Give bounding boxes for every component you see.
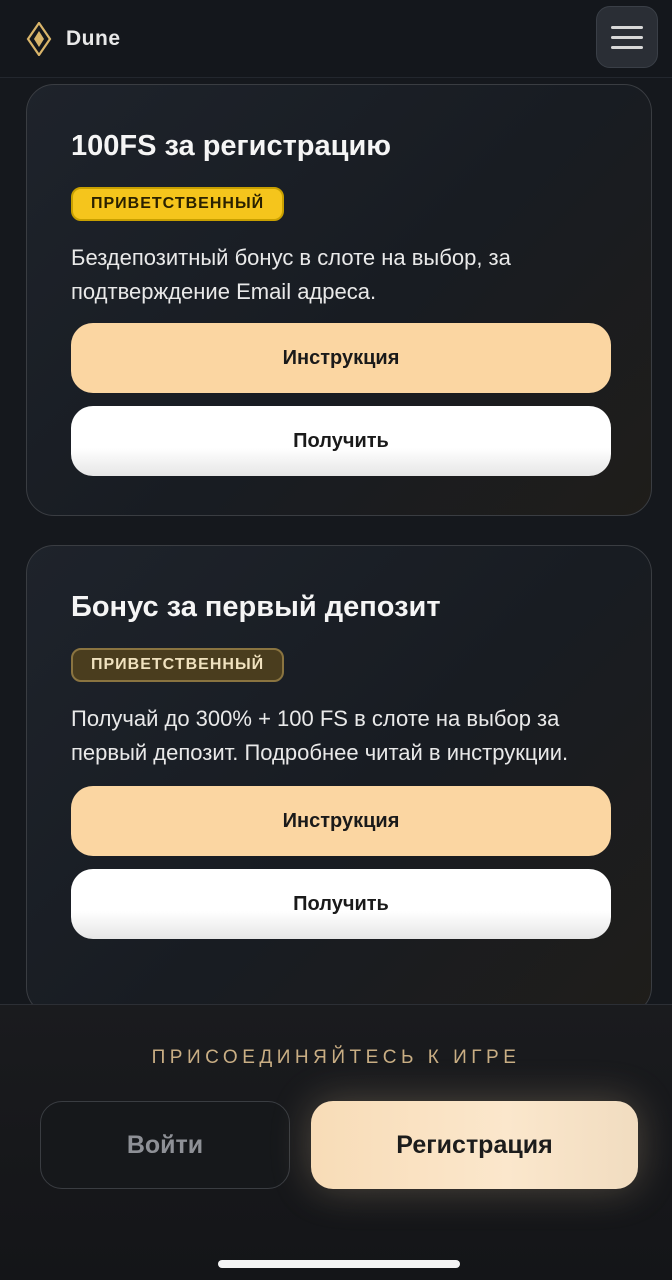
- logo-text: Dune: [66, 26, 121, 50]
- instruction-button[interactable]: Инструкция: [71, 323, 611, 393]
- welcome-badge: ПРИВЕТСТВЕННЫЙ: [71, 187, 285, 221]
- diamond-gem-icon: [26, 21, 52, 56]
- bonus-list: 100FS за регистрацию ПРИВЕТСТВЕННЫЙ Безд…: [0, 78, 672, 1008]
- bonus-card: 100FS за регистрацию ПРИВЕТСТВЕННЫЙ Безд…: [26, 84, 652, 516]
- join-title: ПРИСОЕДИНЯЙТЕСЬ К ИГРЕ: [151, 1047, 521, 1068]
- logo[interactable]: Dune: [26, 21, 121, 56]
- claim-button[interactable]: Получить: [71, 406, 611, 476]
- bonus-title: Бонус за первый депозит: [71, 591, 441, 623]
- hamburger-menu-icon: [611, 25, 643, 29]
- login-button[interactable]: Войти: [40, 1101, 290, 1189]
- bonus-title: 100FS за регистрацию: [71, 130, 392, 162]
- bonus-card: Бонус за первый депозит ПРИВЕТСТВЕННЫЙ П…: [26, 545, 652, 1008]
- join-panel: ПРИСОЕДИНЯЙТЕСЬ К ИГРЕ Войти Регистрация: [0, 1004, 672, 1280]
- hamburger-menu-button[interactable]: [596, 6, 658, 68]
- bonus-description: Бездепозитный бонус в слоте на выбор, за…: [71, 245, 511, 304]
- home-indicator: [218, 1260, 460, 1268]
- bonus-description: Получай до 300% + 100 FS в слоте на выбо…: [71, 706, 569, 765]
- welcome-badge: ПРИВЕТСТВЕННЫЙ: [71, 648, 285, 682]
- instruction-button[interactable]: Инструкция: [71, 786, 611, 856]
- register-button[interactable]: Регистрация: [311, 1101, 638, 1189]
- claim-button[interactable]: Получить: [71, 869, 611, 939]
- top-bar: Dune: [0, 0, 672, 78]
